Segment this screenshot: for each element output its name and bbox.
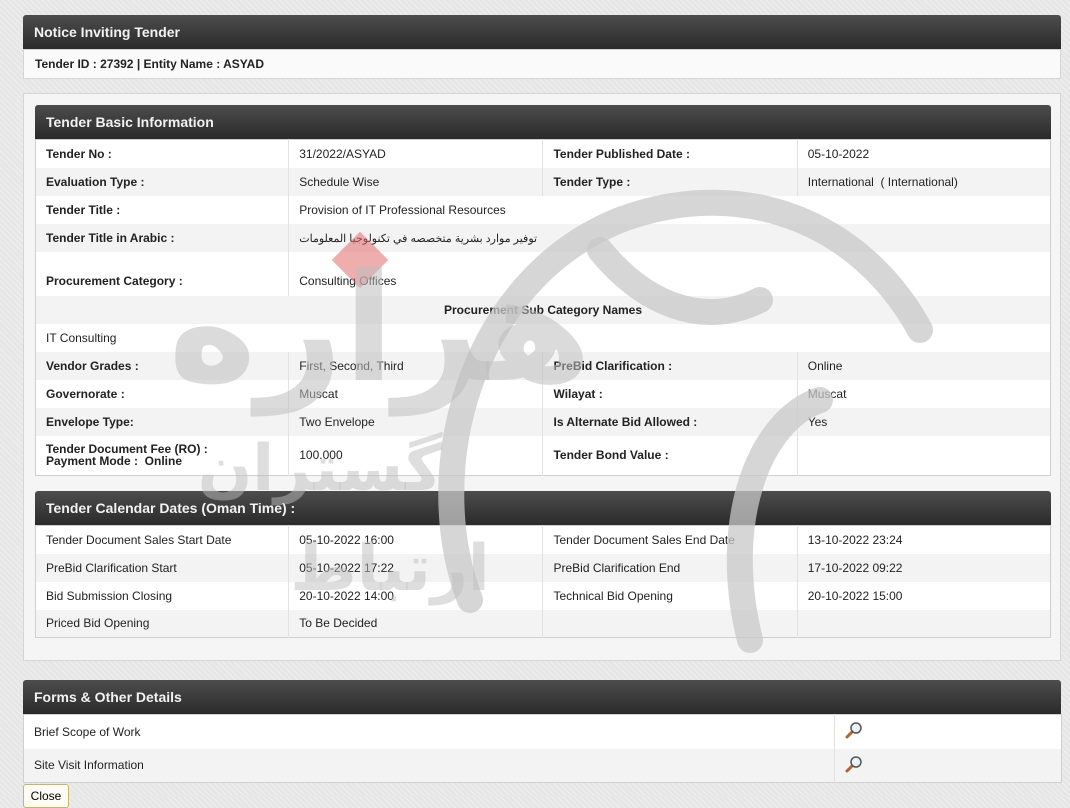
tender-id-entity: Tender ID : 27392 | Entity Name : ASYAD [23,49,1061,79]
forms-panel: Forms & Other Details Brief Scope of Wor… [23,680,1062,783]
prebid-clarification-label: PreBid Clarification : [542,351,798,380]
table-row: Priced Bid Opening To Be Decided [35,609,1051,638]
governorate-value: Muscat [288,379,544,408]
evaluation-type-label: Evaluation Type : [35,167,290,196]
calendar-label: Priced Bid Opening [35,609,290,638]
notice-title: Notice Inviting Tender [23,15,1061,49]
tender-type-value: International ( International) [797,167,1051,196]
table-row: Brief Scope of Work [23,714,1062,749]
envelope-type-value: Two Envelope [288,407,544,436]
evaluation-type-value: Schedule Wise [288,167,544,196]
tender-title-arabic-value: توفير موارد بشرية متخصصه في تكنولوجيا ال… [299,232,538,245]
calendar-value: 20-10-2022 14:00 [288,581,544,610]
procurement-category-label: Procurement Category : [35,251,290,296]
alternate-bid-label: Is Alternate Bid Allowed : [542,407,798,436]
form-item-label: Site Visit Information [23,748,835,783]
table-row: Tender Document Fee (RO) : Payment Mode … [35,435,1051,476]
wilayat-label: Wilayat : [542,379,798,408]
calendar-label: Tender Document Sales End Date [542,525,798,554]
calendar-label: PreBid Clarification End [542,553,798,582]
calendar-label: PreBid Clarification Start [35,553,290,582]
forms-title: Forms & Other Details [23,680,1061,714]
tender-title-value: Provision of IT Professional Resources [299,202,506,217]
table-row: Site Visit Information [23,748,1062,783]
document-fee-value: 100.000 [288,435,544,476]
tender-bond-label: Tender Bond Value : [542,435,798,476]
calendar-label: Tender Document Sales Start Date [35,525,290,554]
calendar-panel: Tender Calendar Dates (Oman Time) : Tend… [35,491,1051,638]
calendar-title: Tender Calendar Dates (Oman Time) : [35,491,1051,525]
envelope-type-label: Envelope Type: [35,407,290,436]
table-row: Governorate : Muscat Wilayat : Muscat [35,379,1051,408]
tender-bond-value [797,436,1050,476]
table-row: Tender Title in Arabic : توفير موارد بشر… [35,223,1051,252]
table-row: PreBid Clarification Start 05-10-2022 17… [35,553,1051,582]
vendor-grades-label: Vendor Grades : [35,351,290,380]
published-date-value: 05-10-2022 [807,146,870,161]
magnifier-icon[interactable] [845,721,863,739]
calendar-label: Technical Bid Opening [542,581,798,610]
calendar-label: Bid Submission Closing [35,581,290,610]
published-date-label: Tender Published Date : [542,139,798,168]
tender-type-label: Tender Type : [542,167,798,196]
forms-table: Brief Scope of Work Site Visit Informati… [23,714,1062,783]
table-row: IT Consulting [36,324,1051,352]
calendar-value [797,609,1051,638]
tender-title-arabic-label: Tender Title in Arabic : [35,223,290,252]
calendar-value: 05-10-2022 16:00 [288,525,544,554]
notice-panel: Notice Inviting Tender Tender ID : 27392… [23,15,1061,79]
close-button[interactable]: Close [23,784,69,808]
prebid-clarification-value: Online [797,351,1051,380]
table-row: Tender Document Sales Start Date 05-10-2… [35,525,1051,554]
calendar-label [542,609,798,638]
sub-category-value: IT Consulting [46,330,117,345]
wilayat-value: Muscat [807,386,847,401]
payment-mode-label: Payment Mode : Online [46,454,183,469]
calendar-value: 20-10-2022 15:00 [807,588,903,603]
table-row: Envelope Type: Two Envelope Is Alternate… [35,407,1051,436]
form-item-label: Brief Scope of Work [23,714,835,749]
tender-no-label: Tender No : [35,139,290,168]
calendar-value: 13-10-2022 23:24 [807,532,903,547]
table-row: Vendor Grades : First, Second, Third Pre… [35,351,1051,380]
tender-title-label: Tender Title : [35,195,290,224]
table-row: Tender No : 31/2022/ASYAD Tender Publish… [35,139,1051,168]
calendar-value: 17-10-2022 09:22 [797,553,1051,582]
calendar-value: To Be Decided [288,609,544,638]
basic-info-panel: Tender Basic Information Tender No : 31/… [35,105,1051,476]
governorate-label: Governorate : [35,379,290,408]
table-row: Procurement Sub Category Names [35,295,1051,324]
alternate-bid-value: Yes [797,407,1051,436]
table-row: Tender Title : Provision of IT Professio… [35,195,1051,224]
table-row: Bid Submission Closing 20-10-2022 14:00 … [35,581,1051,610]
tender-details-container: Tender Basic Information Tender No : 31/… [23,93,1061,661]
table-row: Procurement Category : Consulting Office… [35,251,1051,296]
tender-no-value: 31/2022/ASYAD [288,139,544,168]
calendar-value: 05-10-2022 17:22 [288,553,544,582]
basic-info-table: Tender No : 31/2022/ASYAD Tender Publish… [35,139,1051,476]
magnifier-icon[interactable] [845,755,863,773]
table-row: Evaluation Type : Schedule Wise Tender T… [35,167,1051,196]
calendar-table: Tender Document Sales Start Date 05-10-2… [35,525,1051,638]
basic-info-title: Tender Basic Information [35,105,1051,139]
procurement-category-value: Consulting Offices [299,273,397,288]
vendor-grades-value: First, Second, Third [288,351,544,380]
sub-category-header: Procurement Sub Category Names [35,295,1051,324]
